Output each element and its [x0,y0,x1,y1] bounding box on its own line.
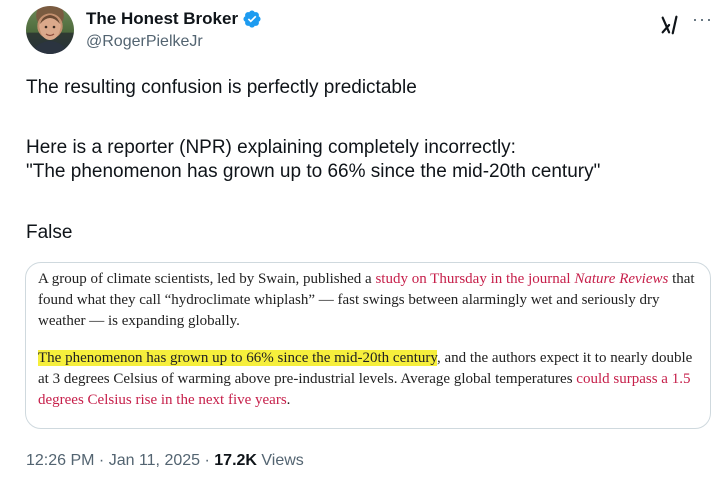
tweet-time[interactable]: 12:26 PM [26,452,94,469]
avatar-face-icon [32,15,68,54]
verified-badge-icon[interactable] [242,9,262,29]
display-name[interactable]: The Honest Broker [86,9,238,29]
article-excerpt: A group of climate scientists, led by Sw… [38,269,706,411]
handle[interactable]: @RogerPielkeJr [86,33,203,51]
highlighted-text: The phenomenon has grown up to 66% since… [38,350,437,366]
tweet-line-3: "The phenomenon has grown up to 66% sinc… [26,161,601,182]
tweet-line-1: The resulting confusion is perfectly pre… [26,77,417,98]
tweet-date[interactable]: Jan 11, 2025 [109,452,200,469]
tweet-line-4: False [26,222,73,243]
views-label: Views [256,452,304,469]
quoted-image-card[interactable]: A group of climate scientists, led by Sw… [25,262,711,429]
name-row: The Honest Broker [86,9,262,29]
tweet-line-2: Here is a reporter (NPR) explaining comp… [26,137,516,158]
study-link[interactable]: study on Thursday in the journal [375,271,574,287]
separator: · [94,452,109,469]
tweet-meta: 12:26 PM · Jan 11, 2025 · 17.2K Views [26,452,304,470]
views-count[interactable]: 17.2K [214,452,257,469]
excerpt-paragraph-2: The phenomenon has grown up to 66% since… [38,348,706,411]
grok-icon[interactable] [659,14,681,36]
more-icon[interactable]: ··· [692,10,714,34]
avatar[interactable] [26,6,74,54]
tweet-header: The Honest Broker @RogerPielkeJr ··· [26,6,712,62]
journal-link[interactable]: Nature Reviews [574,271,668,287]
excerpt-paragraph-1: A group of climate scientists, led by Sw… [38,269,706,332]
separator: · [200,452,215,469]
excerpt-text: . [286,392,291,408]
excerpt-text: A group of climate scientists, led by Sw… [38,271,376,287]
